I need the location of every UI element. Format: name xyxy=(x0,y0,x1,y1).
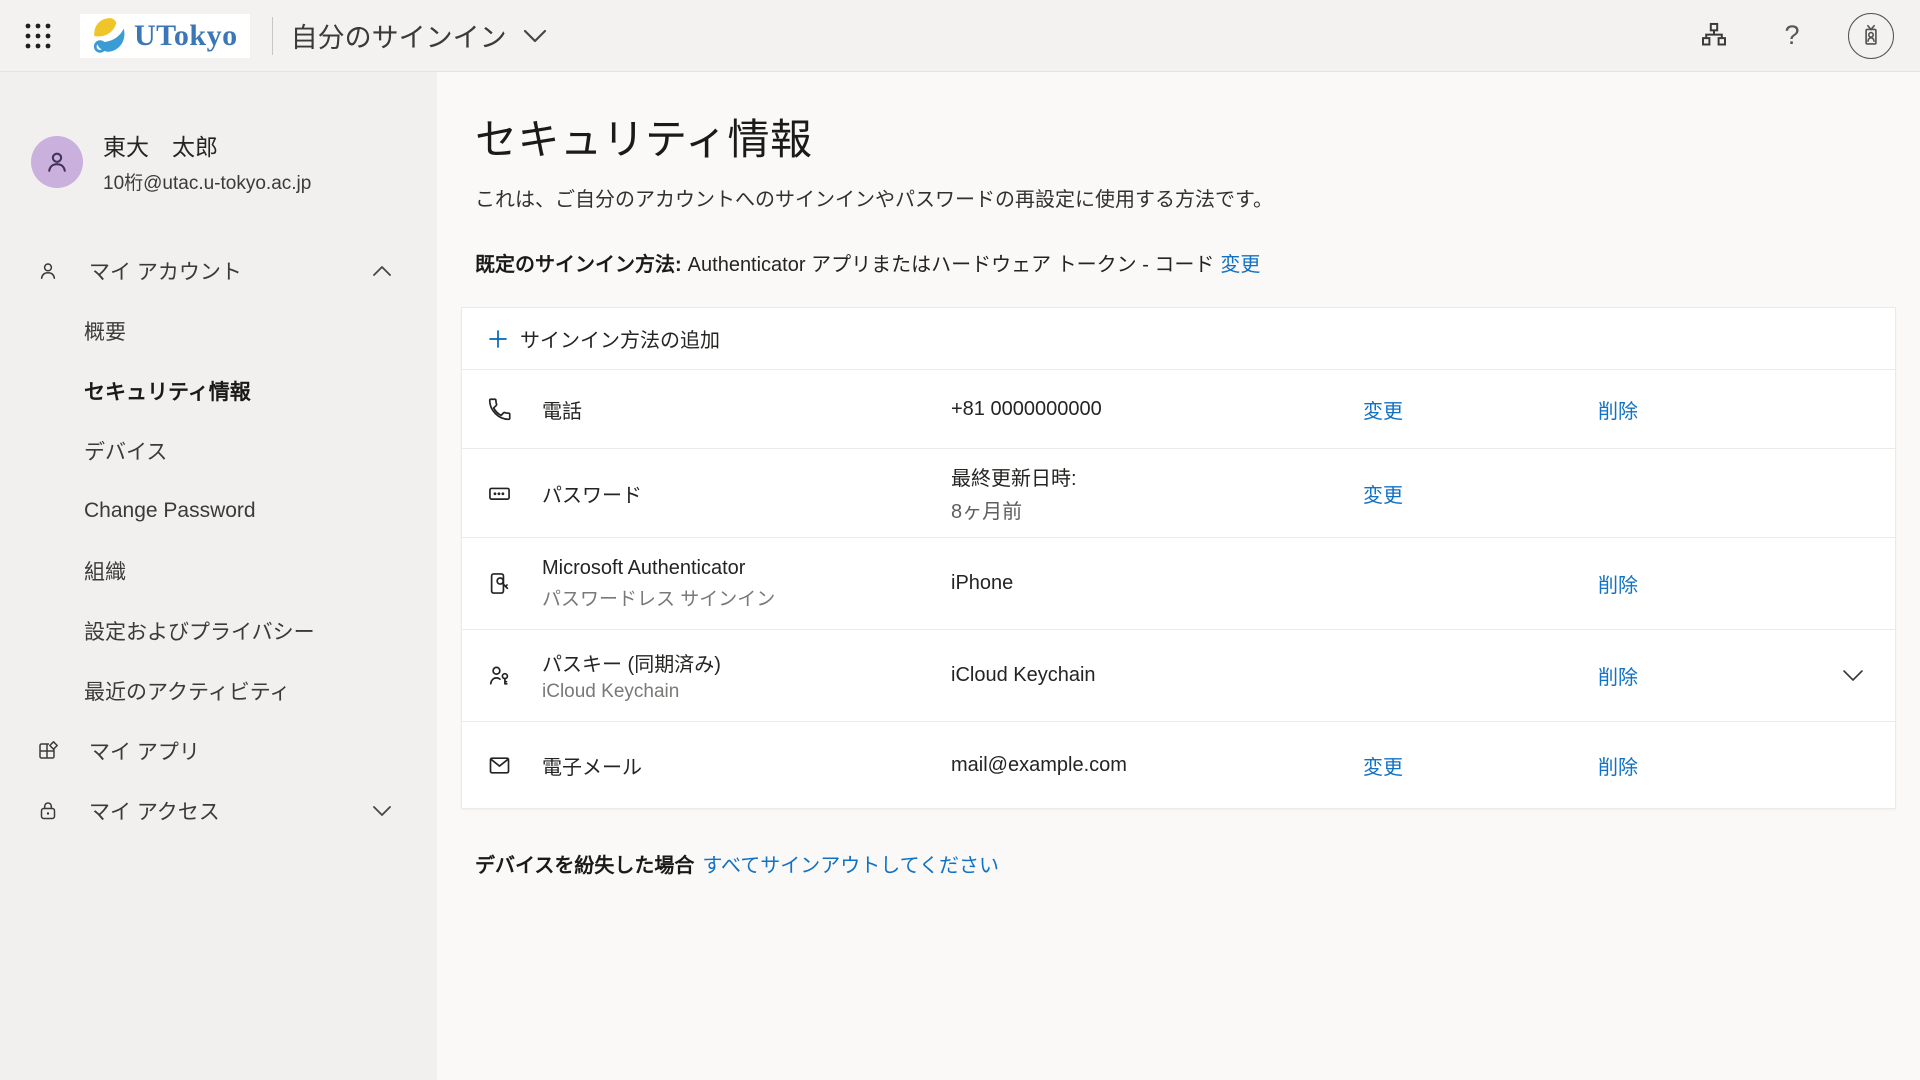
account-avatar-button[interactable] xyxy=(1848,13,1894,59)
default-signin-method: 既定のサインイン方法: Authenticator アプリまたはハードウェア ト… xyxy=(475,248,1896,277)
chevron-up-icon[interactable] xyxy=(372,265,392,277)
sidebar-nav: マイ アカウント 概要 セキュリティ情報 デバイス Change Passwor… xyxy=(0,241,437,841)
organization-button[interactable] xyxy=(1692,14,1736,58)
sidebar-item-label: 最近のアクティビティ xyxy=(84,676,290,706)
method-row-phone: 電話 +81 0000000000 変更 削除 xyxy=(462,370,1895,449)
method-row-password: パスワード 最終更新日時: 8ヶ月前 変更 xyxy=(462,449,1895,538)
delete-link[interactable]: 削除 xyxy=(1598,757,1638,779)
password-icon xyxy=(486,480,542,507)
topbar-divider xyxy=(272,17,273,55)
expand-row-button[interactable] xyxy=(1833,669,1873,682)
chevron-down-icon[interactable] xyxy=(372,805,392,817)
page-title: セキュリティ情報 xyxy=(475,106,1896,167)
page-switcher[interactable]: 自分のサインイン xyxy=(291,16,547,55)
sidebar-item-my-apps[interactable]: マイ アプリ xyxy=(0,721,437,781)
lost-device-section: デバイスを紛失した場合 すべてサインアウトしてください xyxy=(475,849,1896,878)
method-value-line2: 8ヶ月前 xyxy=(951,495,1363,524)
help-button[interactable]: ? xyxy=(1770,14,1814,58)
sidebar-item-label: マイ アクセス xyxy=(89,796,220,826)
default-method-change-link[interactable]: 変更 xyxy=(1220,248,1260,277)
method-label: パスワード xyxy=(542,479,951,508)
user-avatar[interactable] xyxy=(31,136,83,188)
delete-link[interactable]: 削除 xyxy=(1598,401,1638,423)
email-icon xyxy=(486,752,542,779)
user-meta: 東大 太郎 10桁@utac.u-tokyo.ac.jp xyxy=(103,128,311,195)
utokyo-logo[interactable]: UTokyo xyxy=(80,14,250,58)
sidebar-item-my-account[interactable]: マイ アカウント xyxy=(0,241,437,301)
sidebar-item-overview[interactable]: 概要 xyxy=(0,301,437,361)
signin-methods-card: サインイン方法の追加 電話 +81 0000000000 変更 削除 xyxy=(461,307,1896,809)
help-icon: ? xyxy=(1784,20,1799,51)
method-label: 電話 xyxy=(542,395,951,424)
person-icon xyxy=(42,147,72,177)
sidebar: 東大 太郎 10桁@utac.u-tokyo.ac.jp マイ アカウント xyxy=(0,72,437,1080)
ginkgo-leaf-icon xyxy=(88,15,130,57)
sidebar-item-my-access[interactable]: マイ アクセス xyxy=(0,781,437,841)
main-content: セキュリティ情報 これは、ご自分のアカウントへのサインインやパスワードの再設定に… xyxy=(437,72,1920,1080)
lock-icon xyxy=(35,799,61,823)
change-link[interactable]: 変更 xyxy=(1363,485,1403,507)
sidebar-item-label: セキュリティ情報 xyxy=(84,376,251,406)
logo-text: UTokyo xyxy=(134,19,238,53)
app-launcher-icon[interactable] xyxy=(18,16,58,56)
delete-link[interactable]: 削除 xyxy=(1598,575,1638,597)
method-label: パスキー (同期済み) xyxy=(542,648,951,677)
default-method-value: Authenticator アプリまたはハードウェア トークン - コード xyxy=(688,248,1215,277)
method-sublabel: パスワードレス サインイン xyxy=(542,584,951,611)
sidebar-item-recent-activity[interactable]: 最近のアクティビティ xyxy=(0,661,437,721)
method-value: mail@example.com xyxy=(951,754,1363,777)
topbar-actions: ? xyxy=(1692,13,1894,59)
add-signin-method-button[interactable]: サインイン方法の追加 xyxy=(462,308,1895,370)
method-row-authenticator: Microsoft Authenticator パスワードレス サインイン iP… xyxy=(462,538,1895,630)
add-method-label: サインイン方法の追加 xyxy=(520,324,720,353)
top-bar: UTokyo 自分のサインイン ? xyxy=(0,0,1920,72)
change-link[interactable]: 変更 xyxy=(1363,757,1403,779)
delete-link[interactable]: 削除 xyxy=(1598,667,1638,689)
sign-out-everywhere-link[interactable]: すべてサインアウトしてください xyxy=(702,849,999,878)
change-link[interactable]: 変更 xyxy=(1363,401,1403,423)
phone-icon xyxy=(486,396,542,423)
chevron-down-icon xyxy=(523,29,547,43)
sidebar-item-settings-privacy[interactable]: 設定およびプライバシー xyxy=(0,601,437,661)
waffle-icon xyxy=(23,21,53,51)
sidebar-item-devices[interactable]: デバイス xyxy=(0,421,437,481)
sidebar-item-label: 組織 xyxy=(84,556,126,586)
default-method-label: 既定のサインイン方法: xyxy=(475,248,682,277)
sidebar-item-security-info[interactable]: セキュリティ情報 xyxy=(0,361,437,421)
method-value: iCloud Keychain xyxy=(951,664,1363,687)
lost-device-label: デバイスを紛失した場合 xyxy=(475,849,694,878)
person-icon xyxy=(35,259,61,283)
method-value: iPhone xyxy=(951,572,1363,595)
sidebar-item-label: Change Password xyxy=(84,499,256,523)
page-switcher-label: 自分のサインイン xyxy=(291,16,507,55)
plus-icon xyxy=(486,327,510,351)
sidebar-item-label: 概要 xyxy=(84,316,126,346)
sidebar-item-label: マイ アプリ xyxy=(89,736,200,766)
user-email: 10桁@utac.u-tokyo.ac.jp xyxy=(103,168,311,195)
user-profile: 東大 太郎 10桁@utac.u-tokyo.ac.jp xyxy=(0,128,437,195)
method-label: Microsoft Authenticator xyxy=(542,557,951,580)
sidebar-item-label: デバイス xyxy=(84,436,167,466)
method-value-line1: 最終更新日時: xyxy=(951,462,1363,491)
method-row-passkey: パスキー (同期済み) iCloud Keychain iCloud Keych… xyxy=(462,630,1895,722)
sidebar-item-organizations[interactable]: 組織 xyxy=(0,541,437,601)
user-name: 東大 太郎 xyxy=(103,128,311,162)
sidebar-item-change-password[interactable]: Change Password xyxy=(0,481,437,541)
chevron-down-icon xyxy=(1842,669,1864,682)
method-row-email: 電子メール mail@example.com 変更 削除 xyxy=(462,722,1895,808)
page-subtitle: これは、ご自分のアカウントへのサインインやパスワードの再設定に使用する方法です。 xyxy=(475,183,1896,212)
method-label: 電子メール xyxy=(542,751,951,780)
authenticator-icon xyxy=(486,570,542,597)
id-badge-icon xyxy=(1857,22,1885,50)
apps-icon xyxy=(35,739,61,763)
passkey-icon xyxy=(486,662,542,689)
sitemap-icon xyxy=(1697,19,1731,53)
method-sublabel: iCloud Keychain xyxy=(542,681,951,703)
sidebar-item-label: マイ アカウント xyxy=(89,256,242,286)
sidebar-item-label: 設定およびプライバシー xyxy=(84,616,315,646)
method-value: +81 0000000000 xyxy=(951,398,1363,421)
